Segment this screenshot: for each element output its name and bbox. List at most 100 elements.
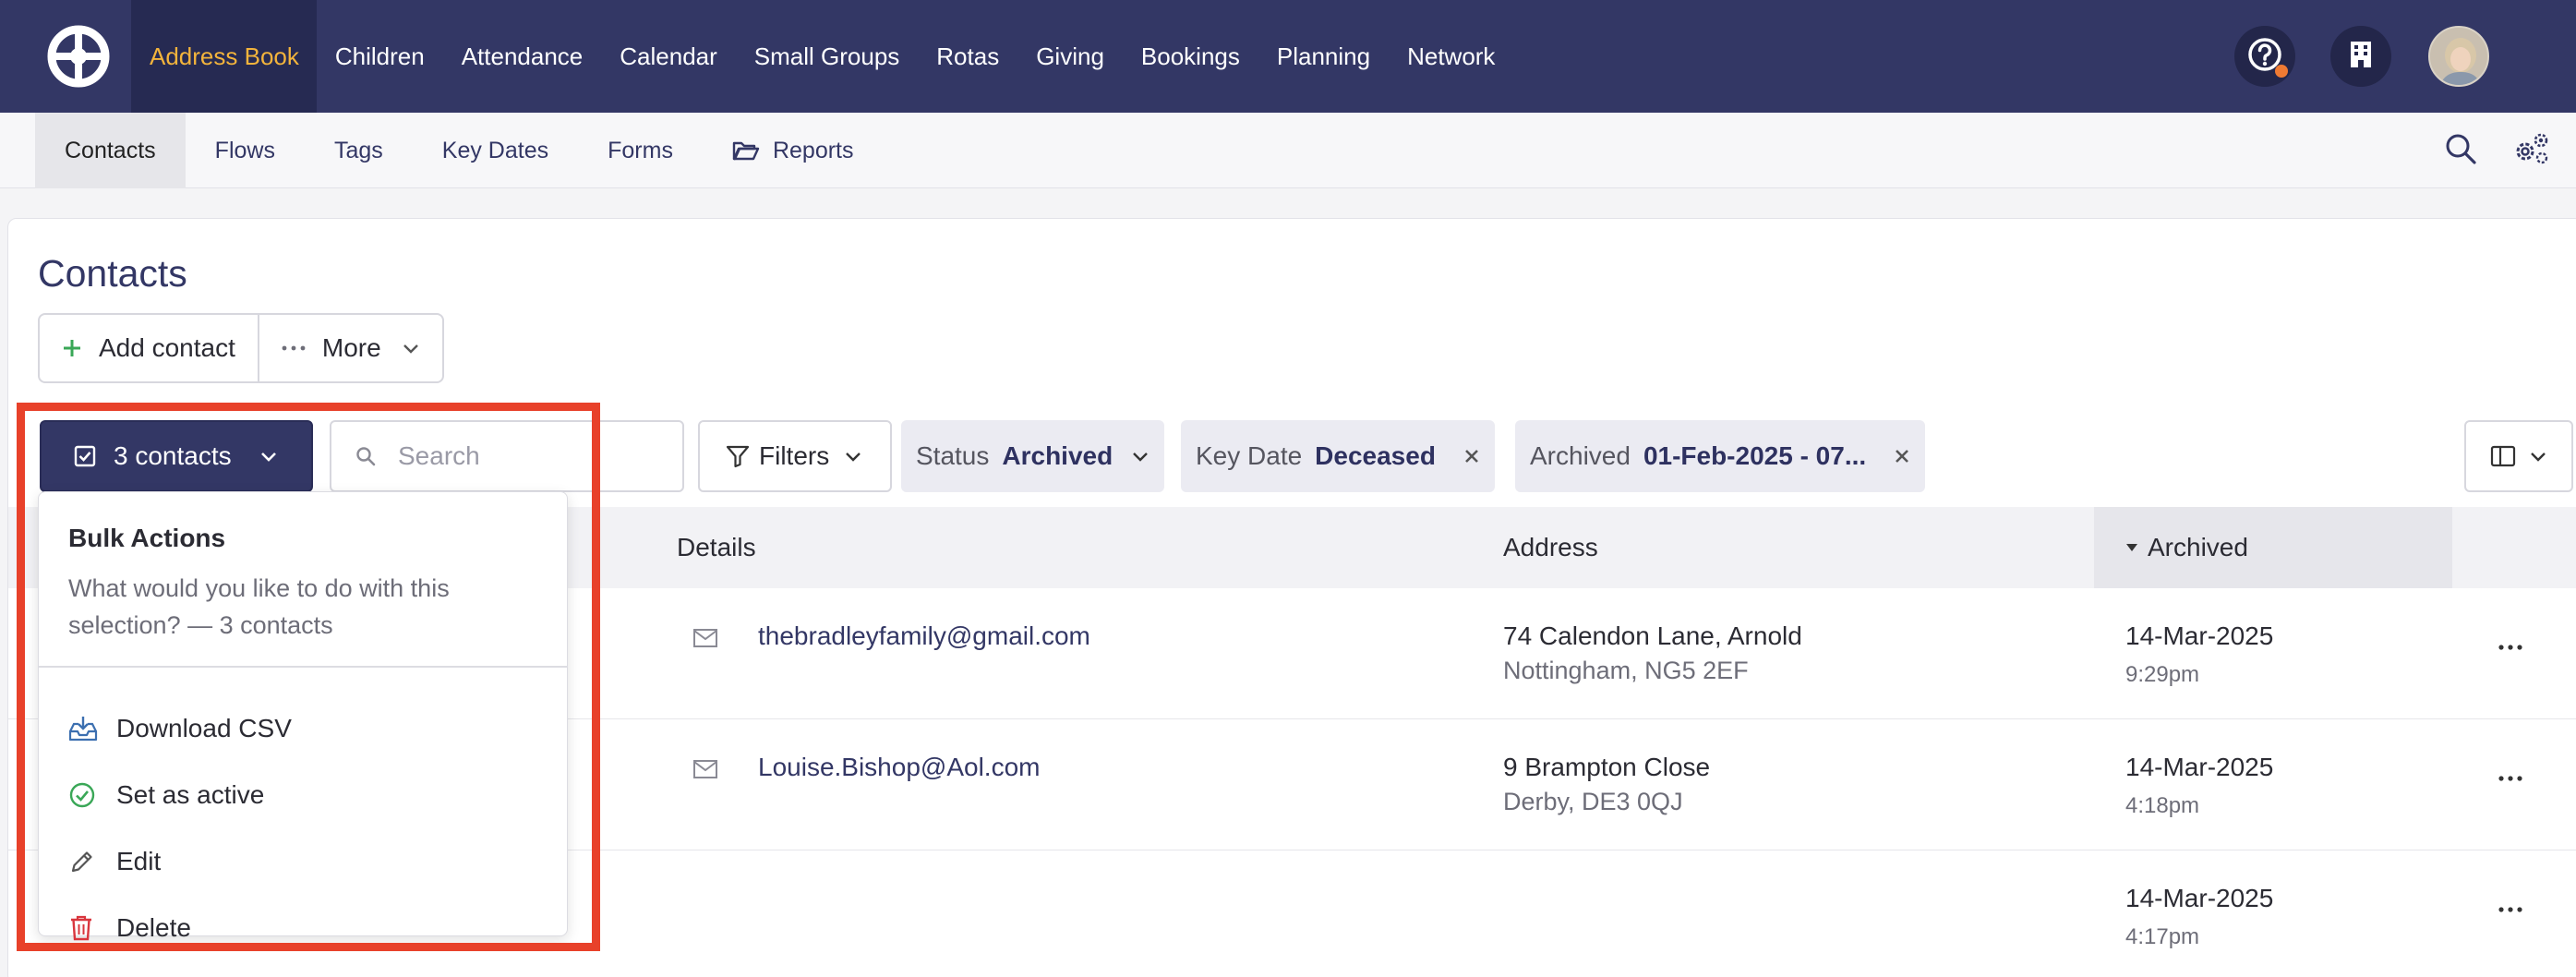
tab-forms[interactable]: Forms	[578, 113, 703, 188]
search-button[interactable]	[2439, 129, 2482, 172]
filter-chip-status[interactable]: Status Archived	[901, 420, 1165, 492]
menu-divider	[39, 666, 567, 668]
more-label: More	[321, 333, 381, 362]
archived-time: 9:29pm	[2125, 662, 2200, 687]
contact-address: 9 Brampton Close Derby, DE3 0QJ	[1503, 753, 1710, 816]
close-icon[interactable]	[1463, 448, 1480, 464]
address-line-1: 9 Brampton Close	[1503, 753, 1711, 781]
ellipsis-icon	[282, 345, 306, 351]
menu-item-edit[interactable]: Edit	[68, 834, 548, 889]
filter-chip-archived[interactable]: Archived 01-Feb-2025 - 07...	[1515, 420, 1926, 492]
selection-label: 3 contacts	[114, 441, 232, 470]
nav-item-calendar[interactable]: Calendar	[601, 0, 736, 113]
nav-item-children[interactable]: Children	[317, 0, 443, 113]
archived-time: 4:18pm	[2125, 793, 2200, 818]
menu-item-label: Delete	[116, 913, 191, 942]
menu-item-delete[interactable]: Delete	[68, 900, 548, 956]
chip-value: Archived	[1002, 441, 1113, 470]
nav-item-giving[interactable]: Giving	[1017, 0, 1123, 113]
contact-email[interactable]: Louise.Bishop@Aol.com	[758, 753, 1040, 782]
filters-label: Filters	[759, 441, 830, 470]
add-contact-button[interactable]: Add contact	[40, 315, 258, 381]
nav-item-attendance[interactable]: Attendance	[443, 0, 602, 113]
email-icon	[692, 625, 718, 655]
bulk-actions-description: What would you like to do with this sele…	[68, 574, 450, 639]
column-details[interactable]: Details	[677, 507, 756, 588]
more-button[interactable]: More	[257, 315, 442, 381]
chip-key: Key Date	[1196, 441, 1303, 470]
sort-desc-icon	[2125, 543, 2138, 552]
nav-item-planning[interactable]: Planning	[1258, 0, 1389, 113]
tab-key-dates[interactable]: Key Dates	[413, 113, 578, 188]
menu-item-label: Set as active	[116, 780, 265, 809]
tab-reports[interactable]: Reports	[703, 113, 884, 188]
contact-address: 74 Calendon Lane, Arnold Nottingham, NG5…	[1503, 621, 1802, 685]
contact-email[interactable]: thebradleyfamily@gmail.com	[758, 621, 1090, 651]
nav-item-bookings[interactable]: Bookings	[1123, 0, 1258, 113]
archived-time: 4:17pm	[2125, 924, 2200, 949]
menu-item-download-csv[interactable]: Download CSV	[68, 701, 548, 756]
filter-chip-key-date[interactable]: Key Date Deceased	[1181, 420, 1495, 492]
ellipsis-icon	[2498, 638, 2522, 655]
building-icon	[2350, 41, 2372, 73]
nav-item-address-book[interactable]: Address Book	[131, 0, 317, 113]
primary-actions: Add contact More	[38, 313, 444, 383]
row-actions-button[interactable]	[2492, 633, 2529, 660]
chevron-down-icon	[259, 451, 278, 462]
nav-item-network[interactable]: Network	[1389, 0, 1513, 113]
plus-icon	[62, 338, 82, 358]
download-tray-icon	[68, 715, 100, 742]
search-input[interactable]	[398, 441, 675, 471]
pencil-icon	[68, 848, 100, 875]
address-line-1: 74 Calendon Lane, Arnold	[1503, 621, 1802, 650]
archived-date: 14-Mar-2025 4:18pm	[2125, 753, 2273, 819]
close-icon[interactable]	[1894, 448, 1910, 464]
archived-date: 14-Mar-2025 4:17pm	[2125, 884, 2273, 950]
sub-nav-actions	[2439, 129, 2552, 172]
filters-button[interactable]: Filters	[698, 420, 892, 492]
folder-open-icon	[732, 139, 760, 162]
chevron-down-icon	[844, 451, 862, 462]
tab-tags[interactable]: Tags	[305, 113, 413, 188]
chip-value: Deceased	[1315, 441, 1436, 470]
email-icon	[692, 756, 718, 786]
address-line-2: Nottingham, NG5 2EF	[1503, 657, 1749, 684]
nav-item-rotas[interactable]: Rotas	[918, 0, 1017, 113]
search-icon	[2444, 132, 2477, 170]
main-nav: Address Book Children Attendance Calenda…	[131, 0, 1513, 113]
chip-value: 01-Feb-2025 - 07...	[1643, 441, 1867, 470]
row-actions-button[interactable]	[2492, 764, 2529, 791]
search-field[interactable]	[330, 420, 684, 492]
funnel-icon	[726, 444, 750, 468]
search-icon	[355, 446, 376, 466]
tab-flows[interactable]: Flows	[186, 113, 305, 188]
nav-item-small-groups[interactable]: Small Groups	[736, 0, 919, 113]
check-circle-icon	[68, 781, 100, 809]
bulk-actions-title: Bulk Actions	[68, 524, 226, 552]
ellipsis-icon	[2498, 769, 2522, 786]
gears-icon	[2511, 131, 2550, 171]
ellipsis-icon	[2498, 900, 2522, 917]
checkbox-checked-icon	[73, 444, 97, 468]
tab-contacts[interactable]: Contacts	[35, 113, 186, 188]
archived-date: 14-Mar-2025 9:29pm	[2125, 621, 2273, 688]
trash-icon	[68, 914, 100, 942]
column-archived[interactable]: Archived	[2094, 507, 2452, 588]
menu-item-set-active[interactable]: Set as active	[68, 767, 548, 823]
archived-day: 14-Mar-2025	[2125, 621, 2274, 650]
row-actions-button[interactable]	[2492, 895, 2529, 923]
settings-button[interactable]	[2510, 129, 2552, 172]
columns-button[interactable]	[2464, 420, 2573, 492]
address-line-2: Derby, DE3 0QJ	[1503, 788, 1683, 815]
user-avatar[interactable]	[2428, 26, 2489, 87]
top-navbar: Address Book Children Attendance Calenda…	[0, 0, 2576, 113]
column-archived-label: Archived	[2148, 533, 2248, 561]
chip-key: Status	[916, 441, 990, 470]
app-logo-icon[interactable]	[46, 24, 111, 89]
organisation-button[interactable]	[2330, 26, 2391, 87]
column-address[interactable]: Address	[1503, 507, 1598, 588]
add-contact-label: Add contact	[99, 333, 235, 362]
selection-button[interactable]: 3 contacts	[40, 420, 313, 492]
chevron-down-icon	[2529, 451, 2547, 462]
help-button[interactable]	[2234, 26, 2295, 87]
